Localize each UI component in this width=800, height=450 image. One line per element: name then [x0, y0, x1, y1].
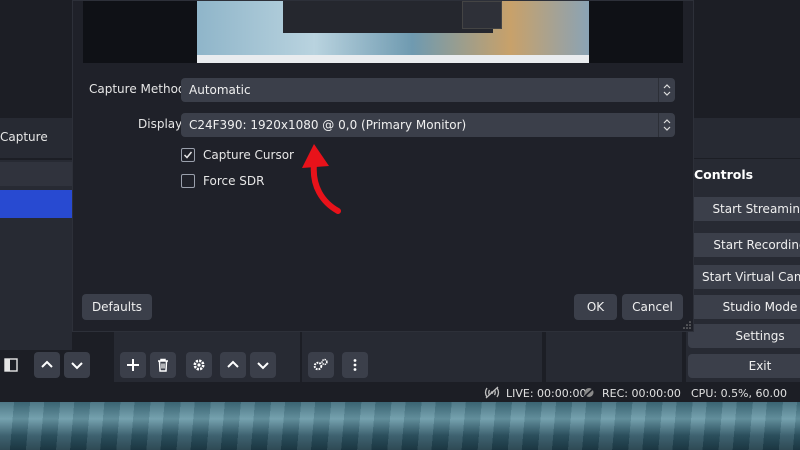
status-bar: LIVE: 00:00:00 REC: 00:00:00 CPU: 0.5%, … — [0, 384, 800, 413]
source-move-up-button[interactable] — [220, 352, 246, 378]
start-streaming-button[interactable]: Start Streaming — [688, 197, 800, 221]
cancel-button[interactable]: Cancel — [622, 294, 683, 320]
capture-cursor-option[interactable]: Capture Cursor — [181, 148, 294, 162]
controls-title: Controls — [694, 167, 754, 182]
scene-move-up-button[interactable] — [34, 352, 60, 378]
plus-icon — [127, 359, 139, 371]
start-recording-button[interactable]: Start Recording — [688, 233, 800, 257]
live-timer: LIVE: 00:00:00 — [506, 387, 587, 400]
rec-icon — [582, 386, 596, 399]
source-move-down-button[interactable] — [250, 352, 276, 378]
chevron-up-icon — [41, 360, 53, 368]
transitions-panel — [546, 330, 682, 382]
preview-screenshot — [197, 1, 589, 63]
checkmark-icon — [183, 151, 193, 159]
gear-icon — [193, 359, 205, 371]
exit-button[interactable]: Exit — [688, 354, 800, 378]
annotation-arrow-icon — [302, 144, 341, 214]
settings-button[interactable]: Settings — [688, 324, 800, 348]
live-signal-icon — [484, 386, 500, 399]
preview-taskbar-thumbnail — [197, 55, 589, 63]
mixer-panel — [302, 330, 542, 382]
rec-timer: REC: 00:00:00 — [602, 387, 681, 400]
source-preview — [83, 1, 683, 63]
controls-panel-header — [686, 118, 800, 159]
gears-icon — [313, 358, 328, 371]
capture-cursor-checkbox[interactable] — [181, 148, 195, 162]
display-value: C24F390: 1920x1080 @ 0,0 (Primary Monito… — [189, 118, 467, 132]
start-virtual-camera-button[interactable]: Start Virtual Camera — [688, 265, 800, 289]
display-select[interactable]: C24F390: 1920x1080 @ 0,0 (Primary Monito… — [181, 113, 675, 137]
chevron-up-icon — [227, 360, 239, 368]
chevron-down-icon — [71, 362, 83, 370]
trash-icon — [158, 358, 168, 372]
scene-filter-icon — [4, 358, 18, 372]
remove-source-button[interactable] — [150, 352, 176, 378]
desktop-wallpaper — [0, 402, 800, 450]
source-name-label: Capture — [0, 130, 48, 144]
select-arrows-icon — [658, 78, 675, 102]
capture-method-select[interactable]: Automatic — [181, 78, 675, 102]
scenes-panel — [0, 160, 72, 350]
audio-mixer-menu-button[interactable] — [342, 352, 368, 378]
defaults-button[interactable]: Defaults — [82, 294, 152, 320]
chevron-down-icon — [257, 362, 269, 370]
more-vertical-icon — [353, 359, 357, 371]
resize-grip-icon[interactable] — [683, 321, 691, 329]
force-sdr-label: Force SDR — [203, 174, 265, 188]
filters-button[interactable] — [0, 352, 22, 378]
display-label: Display — [138, 117, 183, 131]
add-source-button[interactable] — [120, 352, 146, 378]
capture-cursor-label: Capture Cursor — [203, 148, 294, 162]
ok-button[interactable]: OK — [574, 294, 617, 320]
selected-scene-item[interactable] — [0, 190, 72, 218]
capture-method-label: Capture Method — [89, 82, 186, 96]
audio-mixer-settings-button[interactable] — [308, 352, 334, 378]
scenes-header-strip — [0, 162, 72, 186]
force-sdr-option[interactable]: Force SDR — [181, 174, 264, 188]
scene-move-down-button[interactable] — [64, 352, 90, 378]
studio-mode-button[interactable]: Studio Mode — [688, 295, 800, 319]
display-capture-properties-dialog: Capture Method Automatic Display C24F390… — [72, 0, 694, 332]
select-arrows-icon — [658, 113, 675, 137]
force-sdr-checkbox[interactable] — [181, 174, 195, 188]
capture-method-value: Automatic — [189, 83, 251, 97]
source-properties-button[interactable] — [186, 352, 212, 378]
preview-menu-thumbnail — [462, 1, 502, 29]
